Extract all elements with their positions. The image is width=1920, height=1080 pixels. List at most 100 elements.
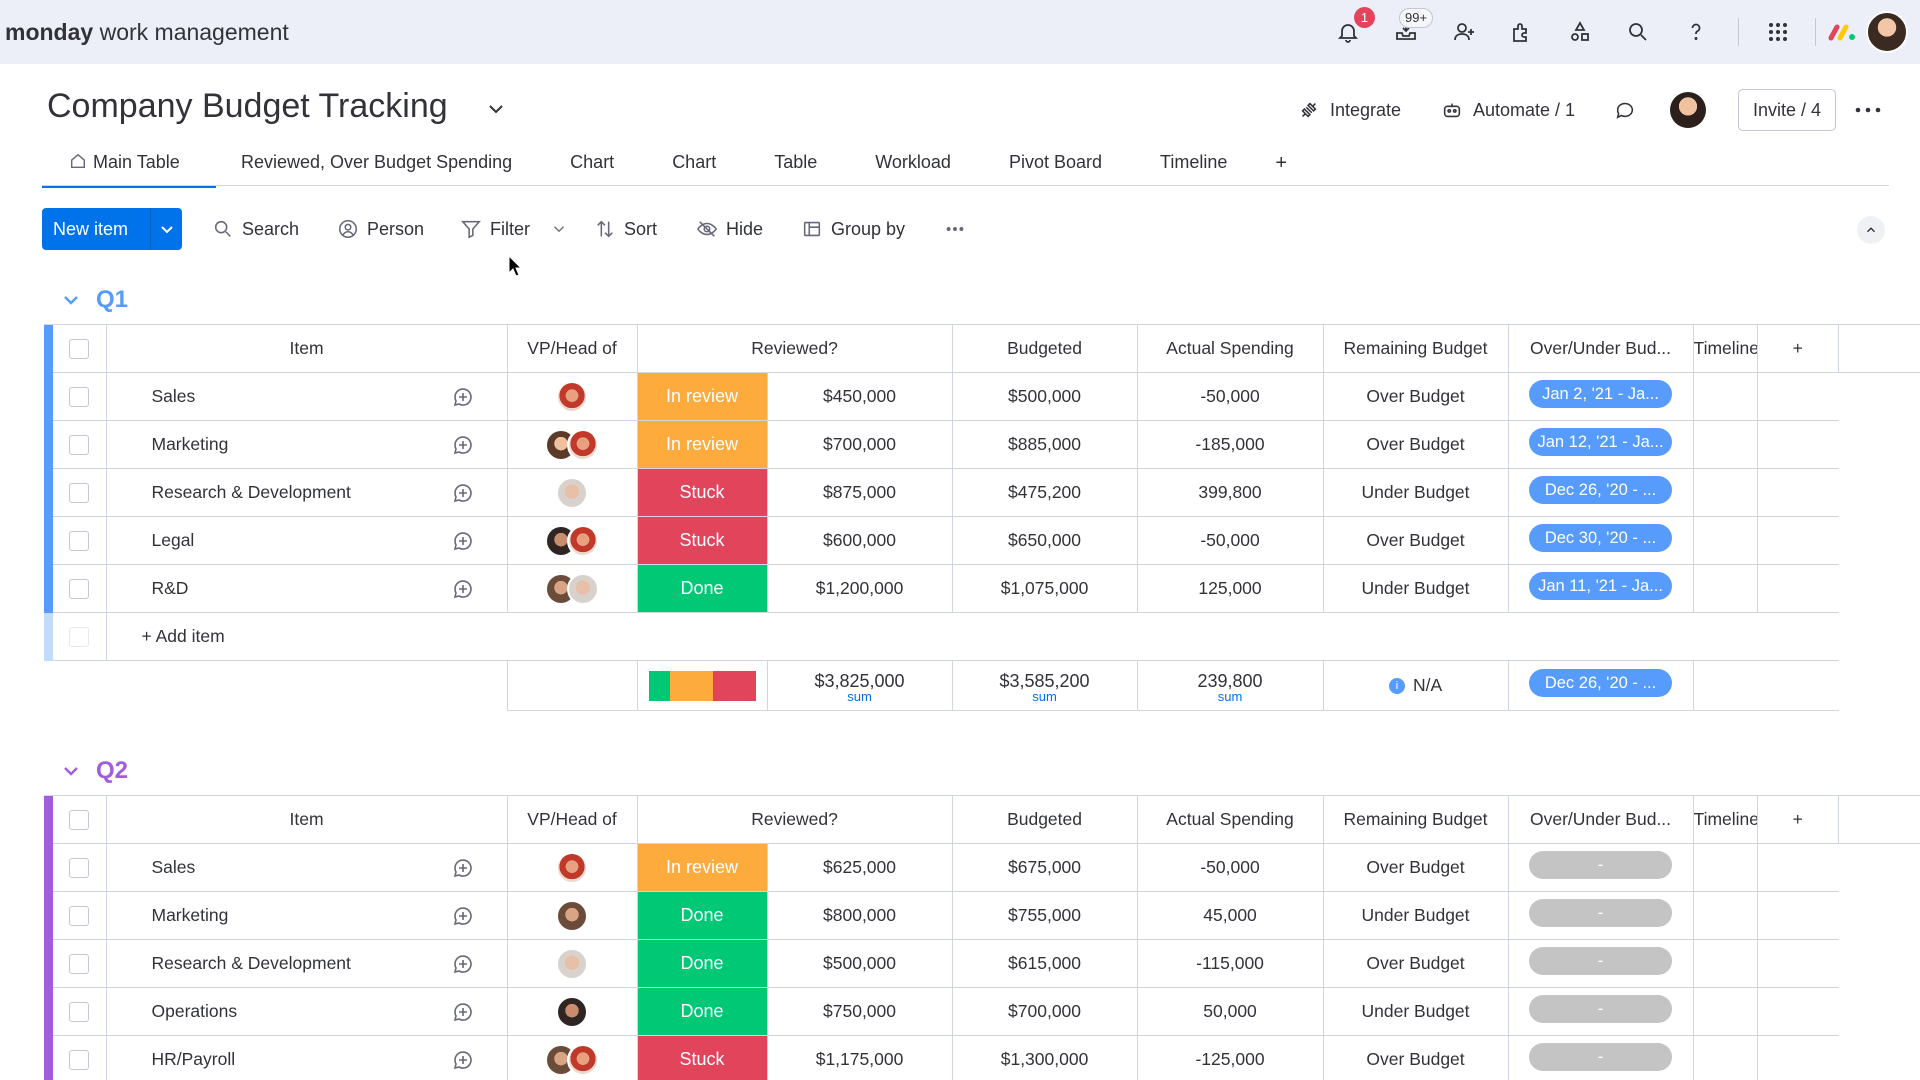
select-all-checkbox[interactable] [69,339,89,359]
row-checkbox[interactable] [69,579,89,599]
column-header-vp[interactable]: VP/Head of [507,325,637,373]
timeline-pill[interactable]: - [1529,995,1672,1023]
tab-reviewed-over-budget[interactable]: Reviewed, Over Budget Spending [241,146,512,185]
item-name-cell[interactable]: Sales [106,844,420,892]
column-header-item[interactable]: Item [106,325,507,373]
add-update-button[interactable] [420,988,507,1036]
budgeted-cell[interactable]: $1,175,000 [767,1036,952,1080]
add-column-button[interactable]: + [1757,796,1838,844]
chevron-down-icon[interactable] [550,220,568,238]
budgeted-cell[interactable]: $450,000 [767,373,952,421]
add-update-button[interactable] [420,565,507,613]
row-select-cell[interactable] [53,373,106,421]
timeline-cell[interactable]: - [1508,892,1693,940]
group-header-q1[interactable]: Q1 [62,286,128,314]
actual-spending-cell[interactable]: $500,000 [952,373,1137,421]
board-member-avatar[interactable] [1670,92,1706,128]
filter-button[interactable]: Filter [460,216,568,242]
user-avatar[interactable] [1866,11,1908,53]
timeline-pill[interactable]: Jan 11, '21 - Ja... [1529,572,1672,600]
timeline-cell[interactable]: - [1508,988,1693,1036]
status-cell[interactable]: In review [637,373,767,421]
budgeted-cell[interactable]: $625,000 [767,844,952,892]
group-title[interactable]: Q2 [96,757,128,785]
tab-pivot-board[interactable]: Pivot Board [1009,146,1102,185]
actual-spending-cell[interactable]: $615,000 [952,940,1137,988]
add-update-button[interactable] [420,373,507,421]
budgeted-cell[interactable]: $1,200,000 [767,565,952,613]
status-cell[interactable]: Done [637,988,767,1036]
timeline-cell[interactable]: Dec 26, '20 - ... [1508,469,1693,517]
new-item-button[interactable]: New item [42,208,182,250]
table-row[interactable]: LegalStuck$600,000$650,000-50,000Over Bu… [44,517,1920,565]
people-cell[interactable] [507,988,637,1036]
timeline-cell[interactable]: Jan 2, '21 - Ja... [1508,373,1693,421]
column-header-actual[interactable]: Actual Spending [1137,325,1323,373]
item-name-cell[interactable]: Sales [106,373,420,421]
timeline-pill[interactable]: Dec 26, '20 - ... [1529,476,1672,504]
status-summary-cell[interactable] [637,661,767,711]
timeline-pill[interactable]: - [1529,947,1672,975]
search-button[interactable]: Search [212,216,299,242]
column-header-remaining[interactable]: Remaining Budget [1323,796,1508,844]
timeline-pill[interactable]: - [1529,899,1672,927]
select-all-cell[interactable] [53,325,106,373]
row-checkbox[interactable] [69,858,89,878]
table-row[interactable]: MarketingIn review$700,000$885,000-185,0… [44,421,1920,469]
row-select-cell[interactable] [53,988,106,1036]
tab-chart-2[interactable]: Chart [672,146,716,185]
budgeted-cell[interactable]: $700,000 [767,421,952,469]
select-all-cell[interactable] [53,796,106,844]
people-cell[interactable] [507,892,637,940]
people-cell[interactable] [507,469,637,517]
board-title[interactable]: Company Budget Tracking [47,87,448,126]
timeline-cell[interactable]: - [1508,1036,1693,1080]
hide-button[interactable]: Hide [696,216,763,242]
row-select-cell[interactable] [53,469,106,517]
group-title[interactable]: Q1 [96,286,128,314]
row-checkbox[interactable] [69,387,89,407]
item-name-cell[interactable]: Marketing [106,421,420,469]
add-update-button[interactable] [420,892,507,940]
summary-timeline-pill[interactable]: Dec 26, '20 - ... [1529,669,1672,697]
timeline-pill[interactable]: - [1529,1043,1672,1071]
chevron-down-icon[interactable] [485,98,507,120]
column-header-remaining[interactable]: Remaining Budget [1323,325,1508,373]
timeline-pill[interactable]: Jan 12, '21 - Ja... [1529,428,1672,456]
people-cell[interactable] [507,1036,637,1080]
add-update-button[interactable] [420,421,507,469]
people-cell[interactable] [507,421,637,469]
people-cell[interactable] [507,565,637,613]
row-select-cell[interactable] [53,1036,106,1080]
row-checkbox[interactable] [69,906,89,926]
status-cell[interactable]: Done [637,892,767,940]
group-header-q2[interactable]: Q2 [62,757,128,785]
column-header-vp[interactable]: VP/Head of [507,796,637,844]
row-select-cell[interactable] [53,421,106,469]
more-options-icon[interactable] [1853,98,1883,122]
row-checkbox[interactable] [69,1002,89,1022]
item-name-cell[interactable]: Research & Development [106,940,420,988]
people-cell[interactable] [507,940,637,988]
add-update-button[interactable] [420,517,507,565]
timeline-pill[interactable]: Dec 30, '20 - ... [1529,524,1672,552]
group-by-button[interactable]: Group by [801,216,905,242]
select-all-checkbox[interactable] [69,810,89,830]
tab-timeline[interactable]: Timeline [1160,146,1227,185]
table-row[interactable]: SalesIn review$450,000$500,000-50,000Ove… [44,373,1920,421]
row-select-cell[interactable] [53,565,106,613]
collapse-header-button[interactable] [1857,216,1885,244]
people-cell[interactable] [507,517,637,565]
actual-spending-cell[interactable]: $650,000 [952,517,1137,565]
status-cell[interactable]: Stuck [637,517,767,565]
table-row[interactable]: SalesIn review$625,000$675,000-50,000Ove… [44,844,1920,892]
timeline-cell[interactable]: - [1508,844,1693,892]
status-cell[interactable]: Stuck [637,469,767,517]
column-header-budgeted[interactable]: Budgeted [952,325,1137,373]
add-update-button[interactable] [420,940,507,988]
search-icon[interactable] [1623,17,1653,47]
tab-chart[interactable]: Chart [570,146,614,185]
table-row[interactable]: OperationsDone$750,000$700,00050,000Unde… [44,988,1920,1036]
timeline-cell[interactable]: Dec 30, '20 - ... [1508,517,1693,565]
budgeted-cell[interactable]: $750,000 [767,988,952,1036]
